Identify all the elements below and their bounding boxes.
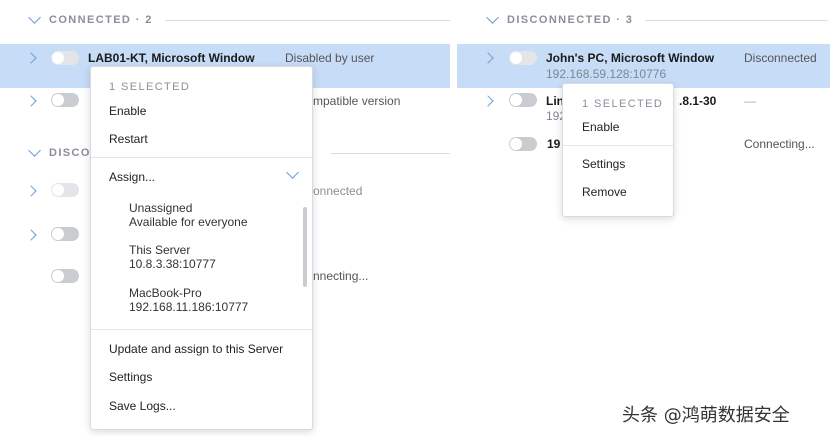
selection-count-header: 1 SELECTED: [109, 81, 191, 93]
menu-item-settings[interactable]: Settings: [582, 157, 625, 171]
section-title: DISCONNECTED · 3: [507, 14, 634, 26]
enable-toggle[interactable]: [509, 137, 537, 151]
disconnected-section-header[interactable]: DISCONNECTED · 3: [486, 10, 828, 30]
device-address: 192.168.59.128:10776: [546, 67, 667, 81]
menu-item-settings[interactable]: Settings: [109, 370, 152, 384]
device-name: 19: [547, 137, 561, 151]
menu-item-save-logs[interactable]: Save Logs...: [109, 399, 176, 413]
menu-separator: [91, 329, 312, 330]
chevron-down-icon[interactable]: [28, 144, 41, 157]
menu-separator: [91, 157, 312, 158]
server-option-unassigned[interactable]: Unassigned: [129, 201, 192, 215]
chevron-down-icon[interactable]: [286, 166, 299, 179]
server-option-detail: 192.168.11.186:10777: [129, 300, 249, 314]
menu-separator: [563, 145, 673, 146]
enable-toggle[interactable]: [51, 183, 79, 197]
divider: [645, 19, 828, 21]
device-status: onnected: [313, 184, 363, 198]
chevron-right-icon[interactable]: [25, 95, 37, 107]
menu-item-remove[interactable]: Remove: [582, 185, 627, 199]
selection-count-header: 1 SELECTED: [582, 98, 664, 110]
chevron-right-icon[interactable]: [482, 52, 494, 64]
enable-toggle[interactable]: [51, 227, 79, 241]
divider: [330, 152, 450, 154]
menu-item-enable[interactable]: Enable: [582, 120, 619, 134]
section-title: DISCO: [49, 147, 91, 159]
enable-toggle[interactable]: [509, 51, 537, 65]
menu-item-update-assign[interactable]: Update and assign to this Server: [109, 342, 283, 356]
device-status: Disabled by user: [285, 51, 375, 65]
menu-item-restart[interactable]: Restart: [109, 132, 148, 146]
scrollbar-thumb[interactable]: [303, 207, 307, 287]
enable-toggle[interactable]: [51, 51, 79, 65]
menu-item-enable[interactable]: Enable: [109, 104, 146, 118]
divider: [164, 19, 450, 21]
menu-item-assign[interactable]: Assign...: [109, 170, 155, 184]
device-name: John's PC, Microsoft Window: [546, 51, 715, 65]
device-status: Disconnected: [744, 51, 817, 65]
device-status: —: [744, 94, 756, 108]
device-name: LAB01-KT, Microsoft Window: [88, 51, 255, 65]
enable-toggle[interactable]: [51, 269, 79, 283]
device-row-johns-pc[interactable]: John's PC, Microsoft Window 192.168.59.1…: [457, 44, 830, 88]
connected-section-header[interactable]: CONNECTED · 2: [28, 10, 450, 30]
chevron-down-icon[interactable]: [28, 11, 41, 24]
chevron-right-icon[interactable]: [25, 52, 37, 64]
context-menu-left: 1 SELECTED Enable Restart Assign... Unas…: [90, 66, 313, 430]
server-option-this-server[interactable]: This Server: [129, 243, 190, 257]
server-option-detail: Available for everyone: [129, 215, 248, 229]
device-name-tail: .8.1-30: [679, 94, 717, 108]
enable-toggle[interactable]: [509, 93, 537, 107]
device-status: Connecting...: [744, 137, 815, 151]
chevron-right-icon[interactable]: [25, 185, 37, 197]
section-title: CONNECTED · 2: [49, 14, 153, 26]
device-status: mpatible version: [313, 94, 401, 108]
chevron-down-icon[interactable]: [486, 11, 499, 24]
device-status: nnecting...: [313, 269, 369, 283]
chevron-right-icon[interactable]: [482, 95, 494, 107]
chevron-right-icon[interactable]: [25, 229, 37, 241]
watermark-text: 头条 @鸿萌数据安全: [622, 405, 790, 426]
enable-toggle[interactable]: [51, 93, 79, 107]
server-option-detail: 10.8.3.38:10777: [129, 257, 216, 271]
context-menu-right: 1 SELECTED Enable Settings Remove: [562, 83, 674, 217]
server-option-macbook-pro[interactable]: MacBook-Pro: [129, 286, 202, 300]
